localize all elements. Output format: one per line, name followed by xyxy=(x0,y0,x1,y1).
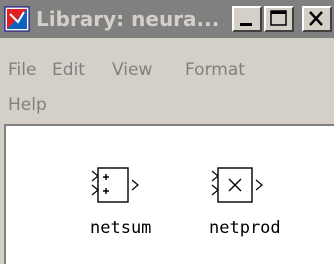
netprod-label: netprod xyxy=(209,218,281,238)
minimize-icon xyxy=(240,23,252,26)
menu-bar: File Edit View Format Help xyxy=(0,54,334,124)
menu-help[interactable]: Help xyxy=(8,95,47,115)
window-title: Library: neura... xyxy=(36,7,220,31)
maximize-icon xyxy=(270,10,287,26)
minimize-button[interactable] xyxy=(232,6,262,32)
close-button[interactable] xyxy=(302,6,332,32)
netsum-block[interactable] xyxy=(86,166,166,216)
menu-edit[interactable]: Edit xyxy=(52,60,85,80)
netprod-block[interactable] xyxy=(206,166,286,216)
library-window: Library: neura... File Edit View Format … xyxy=(0,0,334,264)
close-icon xyxy=(309,11,323,26)
menu-view[interactable]: View xyxy=(112,60,152,80)
menu-format[interactable]: Format xyxy=(185,60,245,80)
title-bar[interactable]: Library: neura... xyxy=(0,0,334,38)
menu-file[interactable]: File xyxy=(8,60,36,80)
netprod-block-icon xyxy=(211,167,263,203)
netsum-block-icon xyxy=(91,167,139,203)
simulink-app-icon[interactable] xyxy=(4,6,30,32)
maximize-button[interactable] xyxy=(264,6,294,32)
library-canvas[interactable]: netsum netprod xyxy=(4,124,334,264)
netsum-label: netsum xyxy=(90,218,152,238)
